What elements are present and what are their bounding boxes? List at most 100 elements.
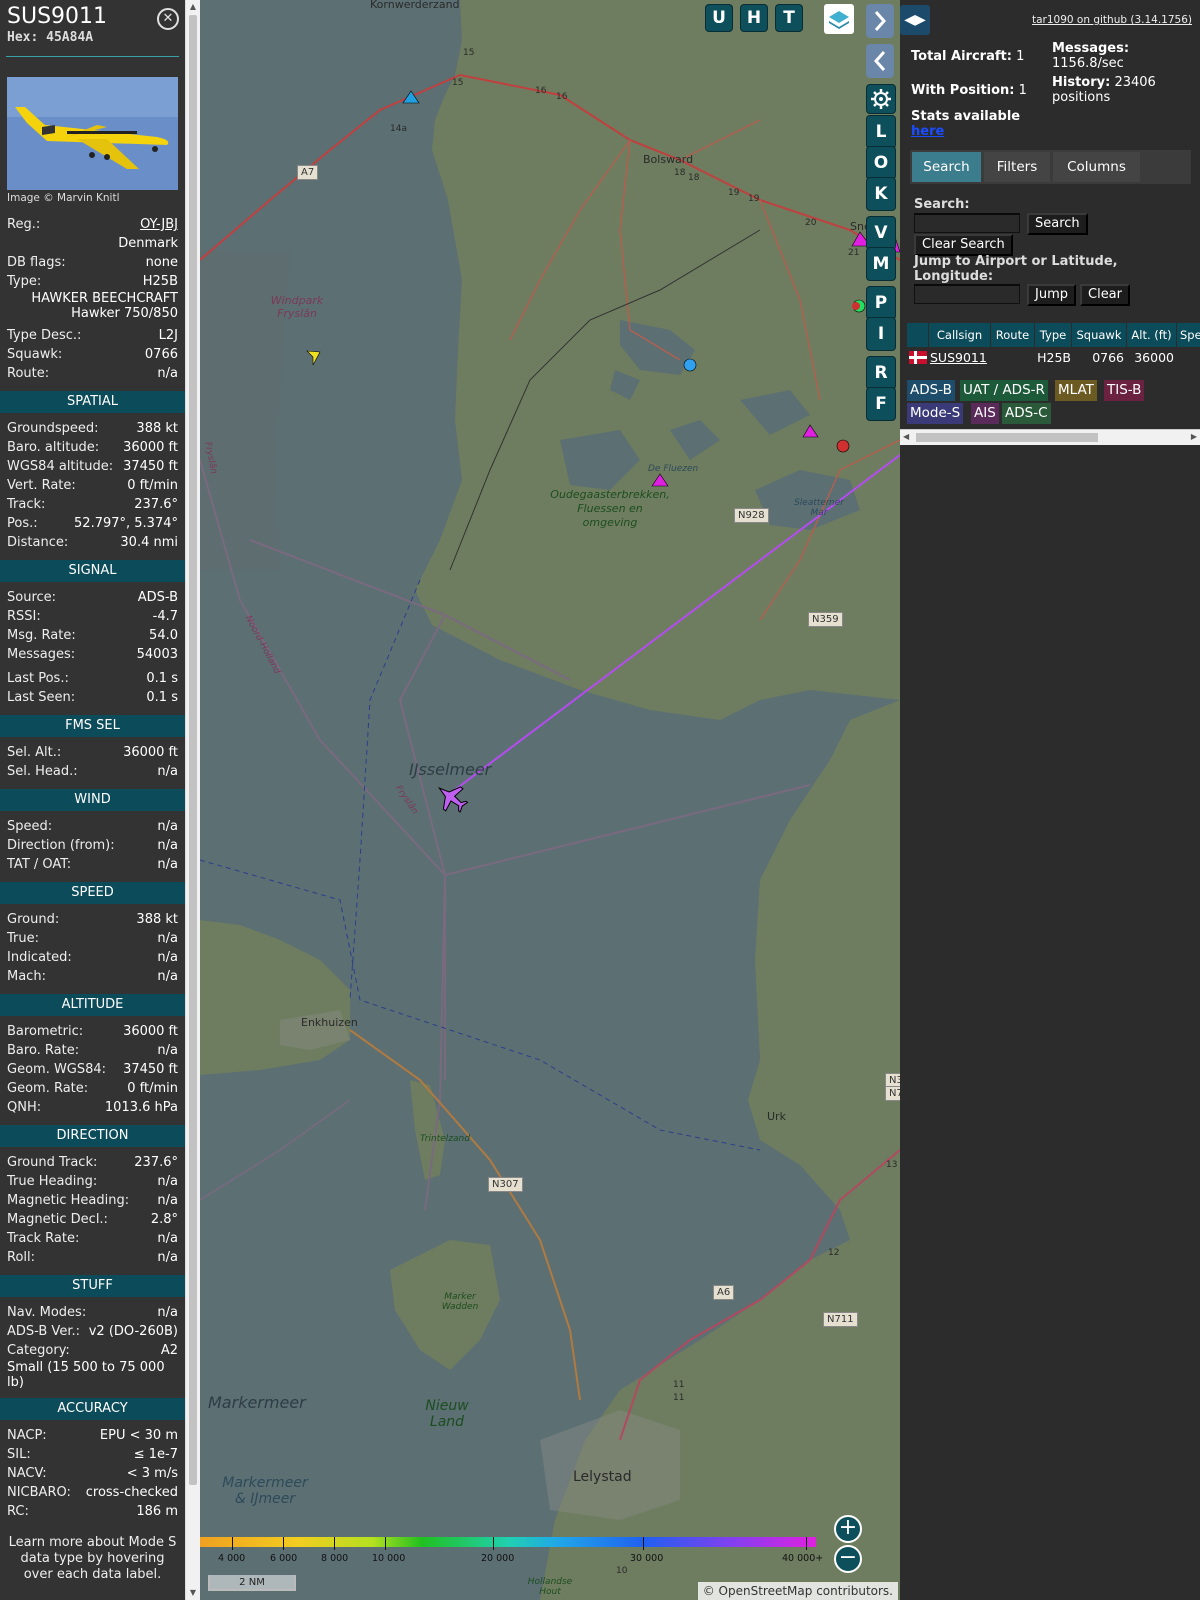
jump-label: Jump to Airport or Latitude, Longitude:	[914, 254, 1118, 284]
info-row: Messages: 54003	[0, 645, 185, 664]
legend-uat[interactable]: UAT / ADS-R	[960, 380, 1048, 401]
info-row: Category: A2	[0, 1341, 185, 1360]
legend-adsc[interactable]: ADS-C	[1002, 403, 1051, 424]
github-link[interactable]: tar1090 on github (3.14.1756)	[1032, 14, 1192, 26]
legend-adsb[interactable]: ADS-B	[907, 380, 955, 401]
chevron-left-icon[interactable]	[866, 44, 894, 78]
column-callsign[interactable]: Callsign	[929, 323, 991, 347]
info-row: Msg. Rate: 54.0	[0, 626, 185, 645]
info-row-label: WGS84 altitude:	[7, 459, 114, 474]
stuff-list: Nav. Modes: n/a ADS-B Ver.: v2 (DO-260B) Cat…	[0, 1303, 185, 1360]
clear-button[interactable]: Clear	[1080, 284, 1130, 306]
button-v[interactable]: V	[867, 217, 895, 249]
row-callsign[interactable]: SUS9011	[930, 349, 987, 367]
zoom-out-button[interactable]: −	[834, 1545, 862, 1573]
button-p[interactable]: P	[867, 287, 895, 319]
info-row-label: ADS-B Ver.:	[7, 1324, 80, 1339]
zoom-in-button[interactable]: +	[834, 1515, 862, 1543]
button-m[interactable]: M	[867, 248, 895, 280]
tab-filters[interactable]: Filters	[984, 152, 1050, 182]
column-type[interactable]: Type	[1035, 323, 1072, 347]
scroll-left-icon[interactable]: ◀	[903, 432, 909, 441]
chevron-right-icon[interactable]	[866, 4, 894, 38]
section-accuracy: ACCURACY	[0, 1398, 185, 1420]
osm-link[interactable]: OpenStreetMap	[719, 1584, 813, 1598]
scroll-up-icon[interactable]: ▲	[188, 2, 198, 12]
info-row-value: 237.6°	[134, 1155, 178, 1170]
scroll-right-icon[interactable]: ▶	[1191, 432, 1197, 441]
info-row-label: Pos.:	[7, 516, 38, 531]
close-icon[interactable]: ✕	[157, 8, 179, 30]
dbflags-label: DB flags:	[7, 255, 66, 270]
button-h[interactable]: H	[741, 5, 767, 31]
info-row-label: Baro. Rate:	[7, 1043, 80, 1058]
scroll-down-icon[interactable]: ▼	[188, 1588, 198, 1598]
column-speed[interactable]: Spe	[1177, 323, 1200, 347]
expand-collapse-button[interactable]: ◀▶	[900, 5, 930, 35]
chevron-right-glyph	[874, 11, 887, 31]
info-row: NACP: EPU < 30 m	[0, 1426, 185, 1445]
info-row-value: 0 ft/min	[127, 1081, 178, 1096]
info-scrollbar-thumb[interactable]	[189, 15, 197, 1485]
aircraft-photo[interactable]	[7, 77, 178, 190]
reg-link[interactable]: OY-JBJ	[140, 215, 178, 234]
jump-button[interactable]: Jump	[1027, 284, 1076, 306]
tab-search[interactable]: Search	[912, 152, 981, 182]
colorbar-label-4000: 4 000	[218, 1553, 246, 1564]
settings-button[interactable]	[867, 85, 895, 113]
info-scrollbar[interactable]: ▲ ▼	[185, 0, 200, 1600]
squawk-value: 0766	[144, 347, 178, 362]
legend-tisb[interactable]: TIS-B	[1104, 380, 1145, 401]
info-row: SIL: ≤ 1e-7	[0, 1445, 185, 1464]
info-row-value: < 3 m/s	[126, 1466, 178, 1481]
type-name-2: Hawker 750/850	[71, 306, 178, 321]
layers-button[interactable]	[824, 4, 854, 34]
info-row-value: 0 ft/min	[127, 478, 178, 493]
button-t[interactable]: T	[776, 5, 802, 31]
row-squawk: 0766	[1072, 349, 1124, 367]
info-row: Indicated: n/a	[0, 948, 185, 967]
jump-input[interactable]	[914, 284, 1020, 304]
table-horizontal-scrollbar[interactable]: ◀ ▶	[900, 429, 1200, 445]
legend-mlat[interactable]: MLAT	[1055, 380, 1097, 401]
column-altitude[interactable]: Alt. (ft)	[1127, 323, 1177, 347]
signal-list-2: Last Pos.: 0.1 s Last Seen: 0.1 s	[0, 669, 185, 707]
button-k[interactable]: K	[867, 178, 895, 210]
marker-magenta-2	[802, 424, 819, 438]
clear-search-button[interactable]: Clear Search	[914, 234, 1013, 256]
total-aircraft-label: Total Aircraft:	[911, 49, 1012, 64]
info-row-value: 1013.6 hPa	[104, 1100, 178, 1115]
button-i[interactable]: I	[867, 318, 895, 350]
search-input[interactable]	[914, 213, 1020, 233]
info-row: Magnetic Decl.: 2.8°	[0, 1210, 185, 1229]
wind-list: Speed: n/a Direction (from): n/a TAT / OAT: n…	[0, 817, 185, 874]
info-row-label: QNH:	[7, 1100, 42, 1115]
button-o[interactable]: O	[867, 147, 895, 179]
info-row-label: Indicated:	[7, 950, 72, 965]
table-scrollbar-thumb[interactable]	[916, 433, 1098, 442]
fms-list: Sel. Alt.: 36000 ft Sel. Head.: n/a	[0, 743, 185, 781]
button-r[interactable]: R	[867, 357, 895, 389]
button-f[interactable]: F	[867, 388, 895, 420]
colorbar-label-20000: 20 000	[481, 1553, 515, 1564]
aircraft-info-panel: SUS9011 Hex: 45A84A ✕ Image © Marvin Kni…	[0, 0, 185, 1600]
legend-ais[interactable]: AIS	[971, 403, 999, 424]
column-squawk[interactable]: Squawk	[1072, 323, 1127, 347]
legend-modes[interactable]: Mode-S	[907, 403, 964, 424]
type-row: Type: H25B	[0, 272, 185, 291]
button-u[interactable]: U	[706, 5, 732, 31]
stats-link[interactable]: here	[911, 124, 944, 139]
marker-blue-triangle	[402, 90, 420, 104]
map-canvas[interactable]: Kornwerderzand Bolsward Sne Windpark Fry…	[200, 0, 900, 1600]
button-l[interactable]: L	[867, 116, 895, 148]
header-divider	[6, 56, 179, 57]
route-label: Route:	[7, 366, 50, 381]
search-button[interactable]: Search	[1027, 213, 1088, 235]
info-row-value: 36000 ft	[123, 440, 178, 455]
section-spatial: SPATIAL	[0, 391, 185, 413]
route-value: n/a	[157, 366, 178, 381]
column-route[interactable]: Route	[991, 323, 1035, 347]
type-value: H25B	[142, 274, 178, 289]
info-row-label: Track Rate:	[7, 1231, 80, 1246]
tab-columns[interactable]: Columns	[1053, 152, 1140, 182]
